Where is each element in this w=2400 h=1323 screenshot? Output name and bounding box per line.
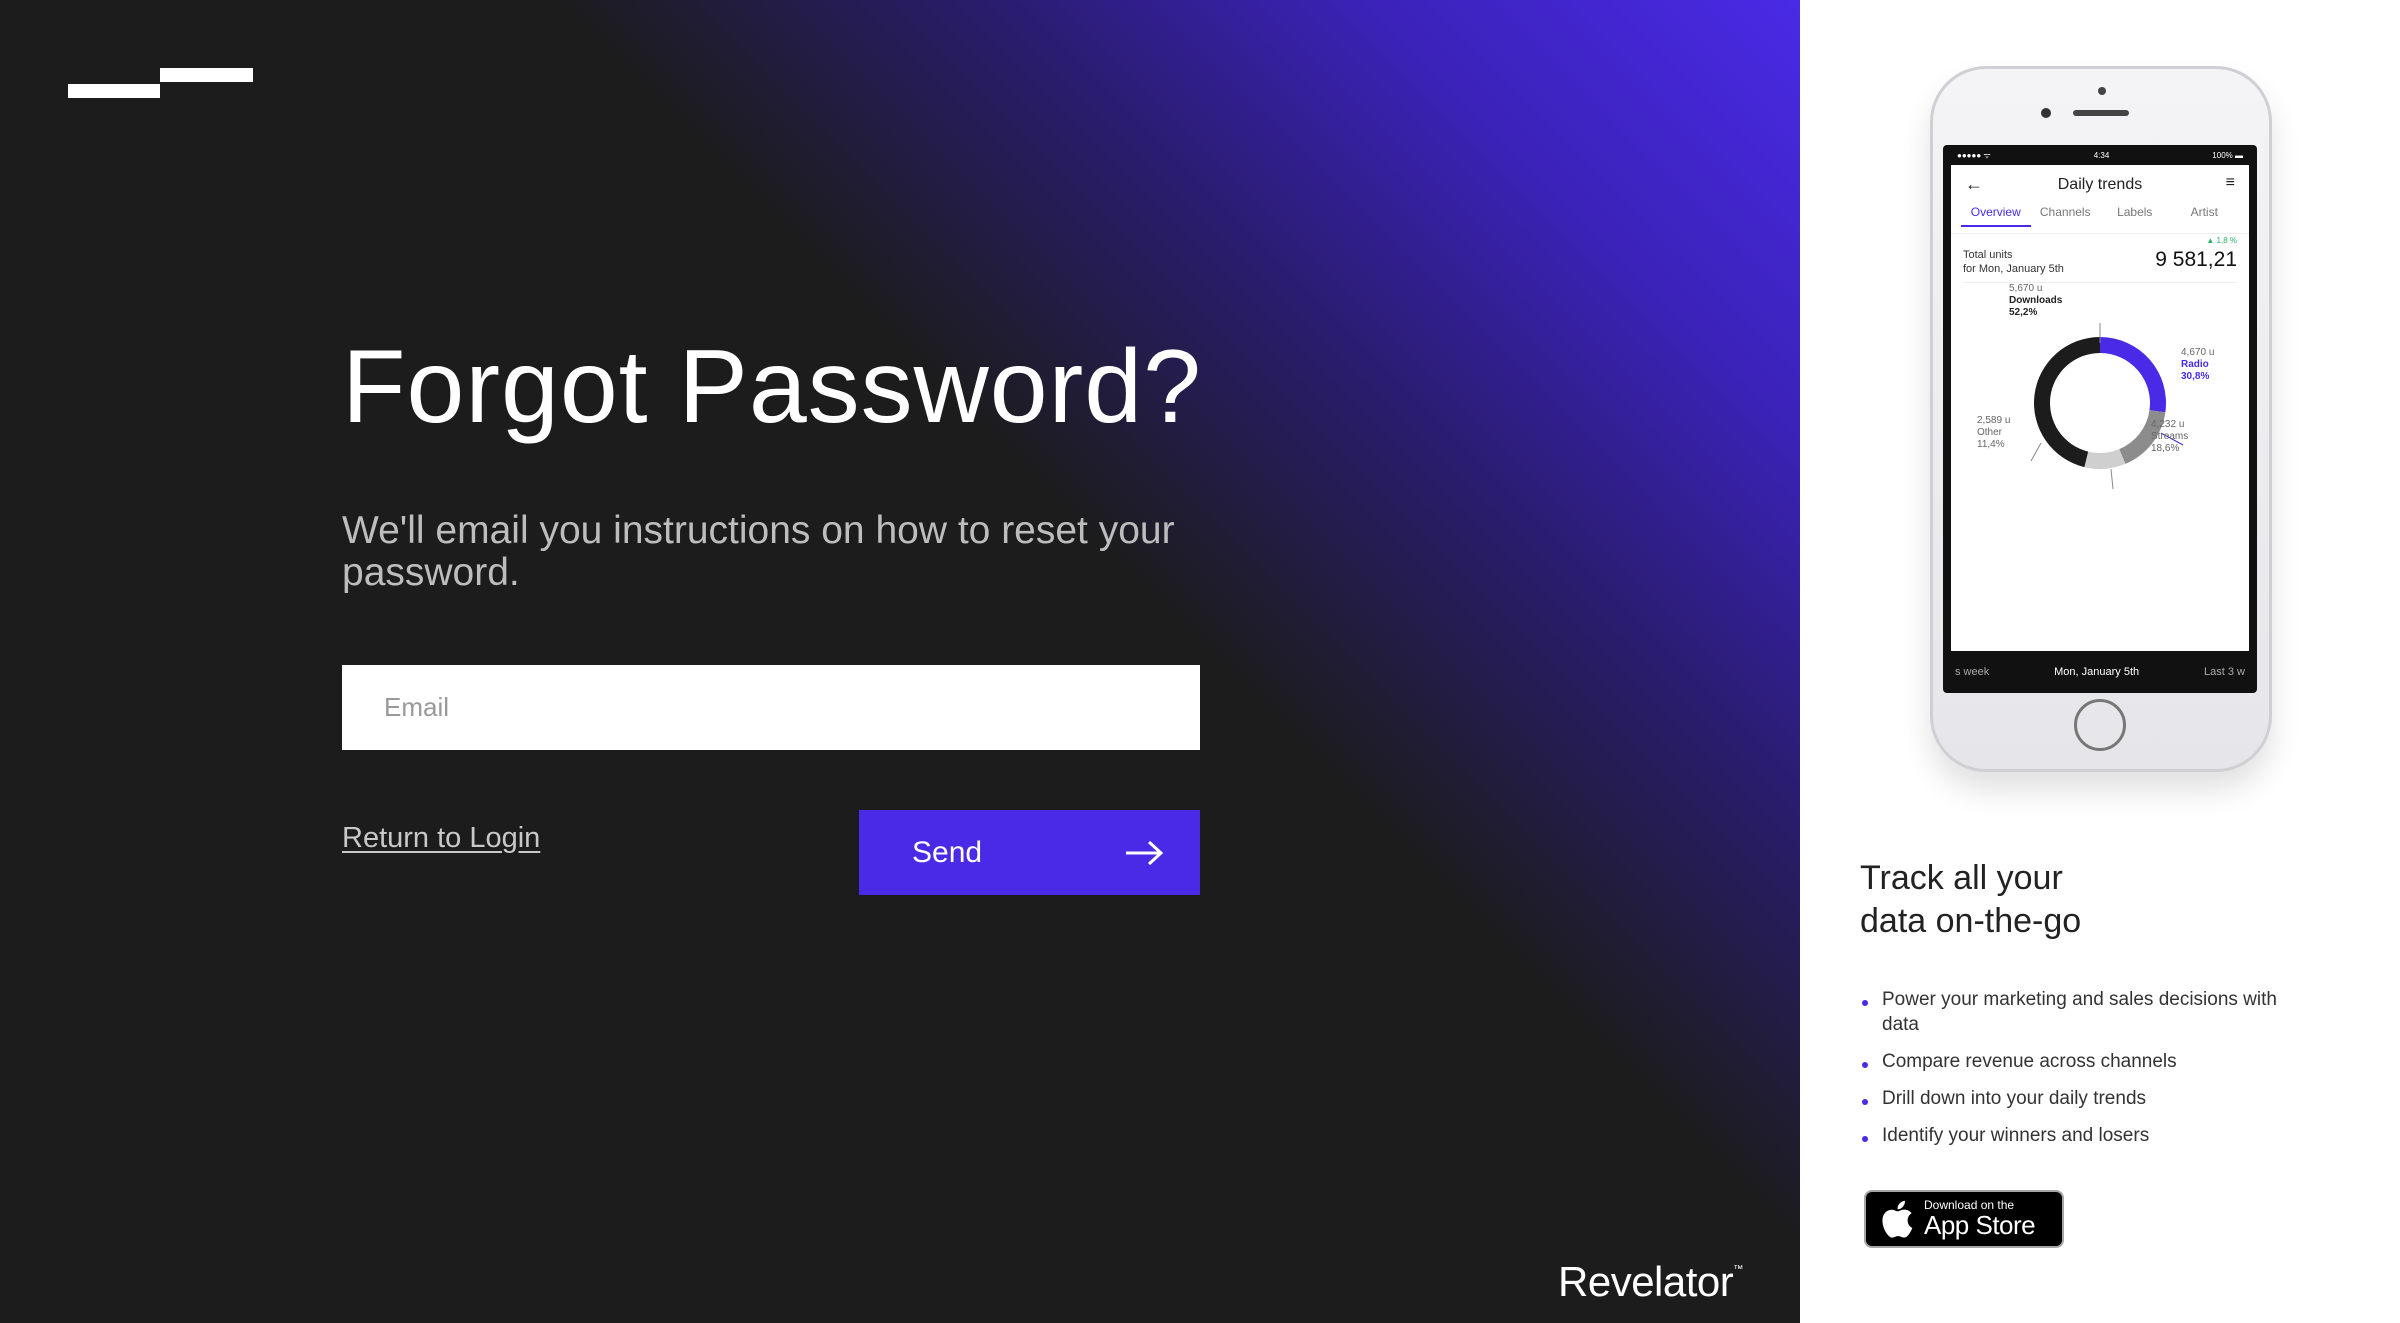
donut-slice-other — [2084, 449, 2126, 469]
donut-slice-downloads — [2034, 337, 2100, 468]
feature-list: Power your marketing and sales decisions… — [1860, 987, 2300, 1160]
app-tab-channels: Channels — [2039, 205, 2091, 219]
donut-leader-line — [2110, 468, 2114, 490]
phone-mockup: ●●●●● ᯤ 4:34 100% ▬ ← Daily trends ≡ Ove… — [1930, 66, 2272, 772]
page-subtitle: We'll email you instructions on how to r… — [342, 509, 1175, 594]
donut-chart: 5,670 u Downloads 52,2% 4,670 u Radio 30,8… — [1951, 283, 2249, 583]
arrow-right-icon — [1126, 840, 1164, 865]
phone-speaker-icon — [2073, 110, 2129, 116]
feature-list-item: Drill down into your daily trends — [1860, 1086, 2300, 1111]
phone-screen: ●●●●● ᯤ 4:34 100% ▬ ← Daily trends ≡ Ove… — [1943, 145, 2257, 693]
app-tabs: Overview Channels Labels Artist — [1951, 205, 2249, 234]
page-title: Forgot Password? — [342, 329, 1202, 445]
home-button-icon — [2074, 699, 2126, 751]
phone-camera-icon — [2041, 108, 2051, 118]
return-to-login-link[interactable]: Return to Login — [342, 822, 540, 855]
revelator-logo-icon — [68, 68, 253, 98]
email-input[interactable] — [342, 665, 1200, 750]
filter-icon: ≡ — [2225, 174, 2235, 191]
send-button-label: Send — [912, 835, 983, 869]
donut-label-radio: 4,670 u Radio 30,8% — [2181, 347, 2215, 382]
donut-label-other: 2,589 u Other 11,4% — [1977, 415, 2011, 450]
app-tab-overview: Overview — [1961, 205, 2031, 227]
donut-label-downloads: 5,670 u Downloads 52,2% — [2009, 283, 2063, 318]
apple-icon — [1882, 1200, 1913, 1238]
app-title: Daily trends — [2057, 176, 2143, 193]
app-tab-labels: Labels — [2117, 205, 2153, 219]
app-view: ← Daily trends ≡ Overview Channels Labels A… — [1951, 165, 2249, 651]
app-store-big: App Store — [1924, 1210, 2036, 1240]
donut-label-streams: 4,232 u Streams 18,6% — [2151, 419, 2189, 454]
app-store-badge[interactable]: Download on the App Store — [1864, 1190, 2064, 1248]
promo-title: Track all your data on-the-go — [1860, 859, 2082, 940]
phone-sensor-icon — [2098, 87, 2106, 95]
feature-list-item: Identify your winners and losers — [1860, 1123, 2300, 1148]
feature-list-item: Power your marketing and sales decisions… — [1860, 987, 2300, 1037]
change-badge: ▲ 1,8 % — [2206, 236, 2237, 245]
back-arrow-icon: ← — [1965, 174, 1983, 194]
donut-leader-line — [2030, 442, 2042, 462]
login-panel: Forgot Password? We'll email you instruc… — [0, 0, 1800, 1323]
total-label: Total units for Mon, January 5th — [1963, 249, 2064, 275]
promo-panel: ●●●●● ᯤ 4:34 100% ▬ ← Daily trends ≡ Ove… — [1800, 0, 2400, 1323]
feature-list-item: Compare revenue across channels — [1860, 1049, 2300, 1074]
date-scroller: s week Mon, January 5th Last 3 w — [1955, 666, 2245, 678]
app-header: ← Daily trends ≡ — [1951, 165, 2249, 205]
status-bar: ●●●●● ᯤ 4:34 100% ▬ — [1957, 150, 2243, 160]
brand-wordmark: Revelator™ — [1558, 1258, 1743, 1305]
totals-row: Total units for Mon, January 5th ▲ 1,8 % … — [1963, 234, 2237, 283]
total-value: 9 581,21 — [2155, 248, 2237, 271]
donut-slice-radio — [2100, 337, 2166, 413]
send-button[interactable]: Send — [859, 810, 1200, 895]
app-tab-artist: Artist — [2190, 205, 2218, 219]
